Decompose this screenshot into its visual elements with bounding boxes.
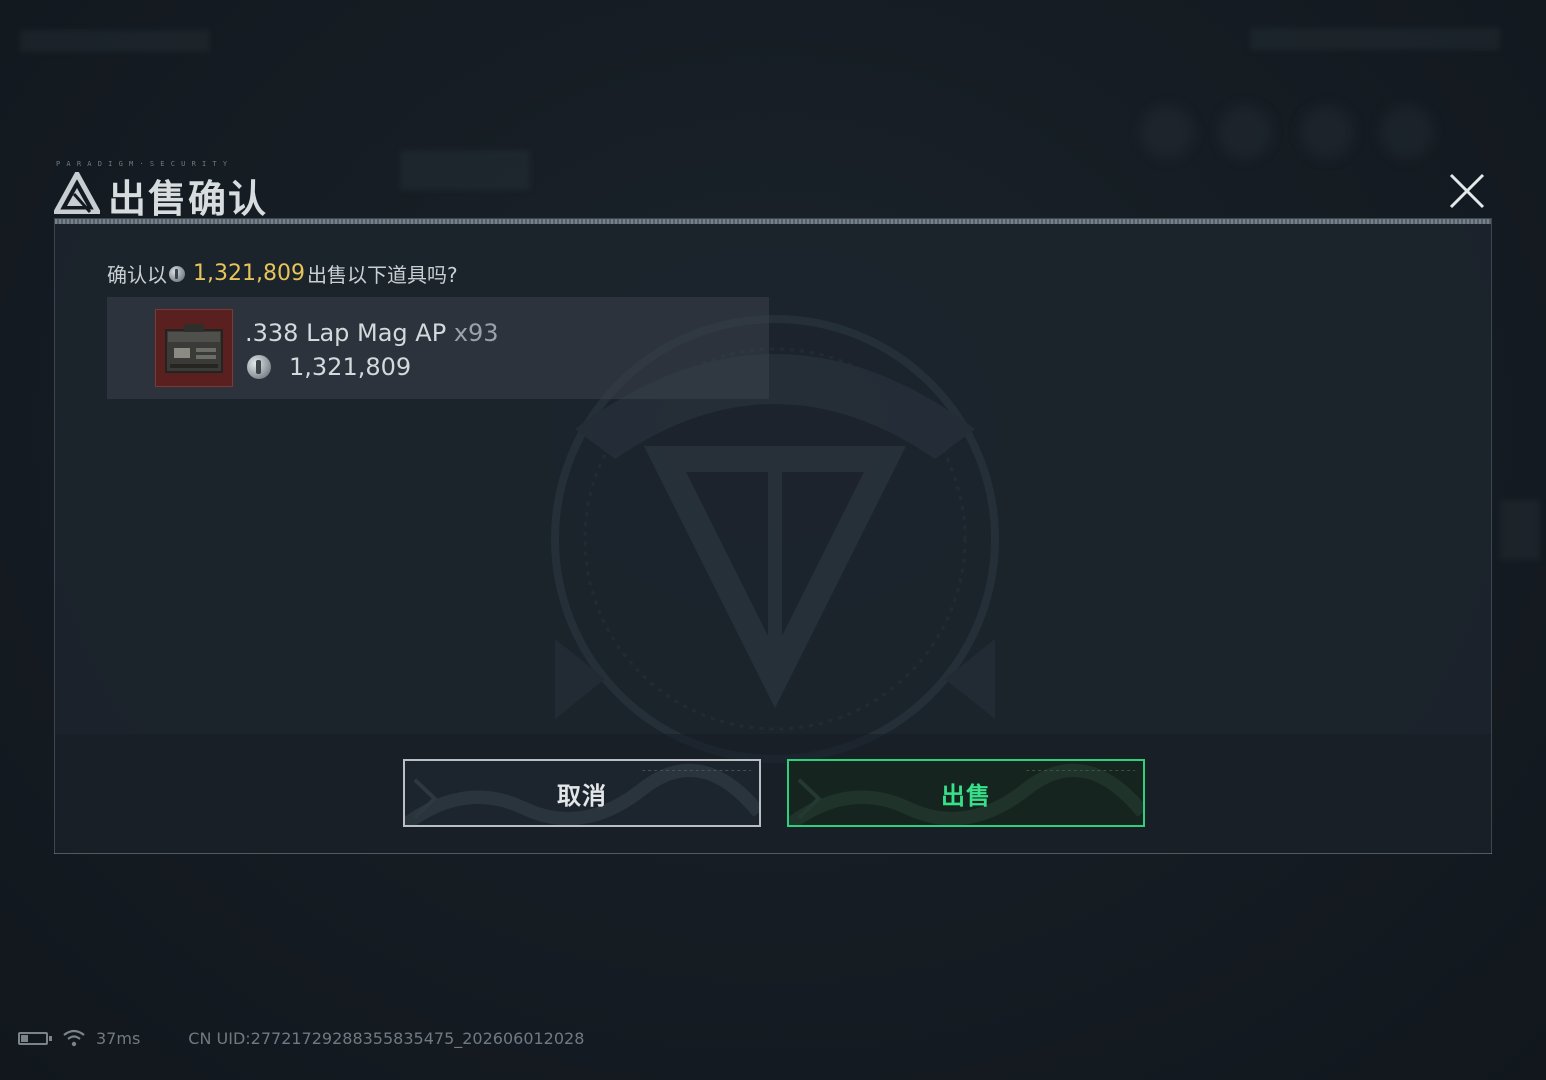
dialog-title: 出售确认	[108, 177, 269, 221]
background-decor	[20, 30, 210, 52]
dialog-top-border	[55, 219, 1491, 224]
status-bar: 37ms CN UID:27721729288355835475_2026060…	[18, 1026, 584, 1050]
dialog-header: P A R A D I G M · S E C U R I T Y 出售确认	[54, 160, 1492, 221]
ping-text: 37ms	[96, 1028, 141, 1048]
background-decor	[1218, 105, 1272, 159]
cancel-button-label: 取消	[557, 781, 607, 810]
footer-shade	[55, 734, 1491, 854]
battery-icon	[18, 1031, 52, 1045]
confirm-message: 确认以 1,321,809 出售以下道具吗?	[107, 259, 458, 288]
confirm-price: 1,321,809	[193, 261, 305, 286]
confirm-prefix: 确认以	[107, 263, 167, 287]
background-decor	[1380, 105, 1434, 159]
background-decor	[1500, 500, 1540, 560]
delta-logo-icon	[54, 172, 100, 214]
coin-icon	[169, 265, 185, 282]
item-price-row: 1,321,809	[247, 353, 411, 381]
item-quantity: x93	[453, 319, 499, 347]
uid-text: CN UID:27721729288355835475_202606012028	[188, 1028, 585, 1048]
wifi-icon	[63, 1029, 85, 1047]
item-name-text: .338 Lap Mag AP	[245, 319, 447, 347]
sell-button[interactable]: 出售	[787, 759, 1145, 827]
ammo-box-icon	[155, 309, 233, 387]
cancel-button[interactable]: 取消	[403, 759, 761, 827]
battery-level	[21, 1034, 28, 1042]
game-screen: P A R A D I G M · S E C U R I T Y 出售确认 确…	[0, 0, 1546, 1080]
item-name: .338 Lap Mag AP x93	[245, 319, 499, 347]
sell-item-row: .338 Lap Mag AP x93 1,321,809	[107, 297, 769, 399]
coin-icon	[247, 355, 271, 379]
sell-button-label: 出售	[941, 781, 991, 810]
confirm-suffix: 出售以下道具吗?	[306, 263, 458, 287]
background-decor	[1140, 105, 1194, 159]
background-decor	[1300, 105, 1354, 159]
sell-confirm-dialog: 确认以 1,321,809 出售以下道具吗? .338 Lap Mag AP x…	[54, 218, 1492, 854]
background-decor	[1250, 28, 1500, 50]
item-price: 1,321,809	[289, 353, 412, 381]
close-icon[interactable]	[1448, 172, 1486, 210]
header-tiny-text: P A R A D I G M · S E C U R I T Y	[56, 160, 229, 168]
